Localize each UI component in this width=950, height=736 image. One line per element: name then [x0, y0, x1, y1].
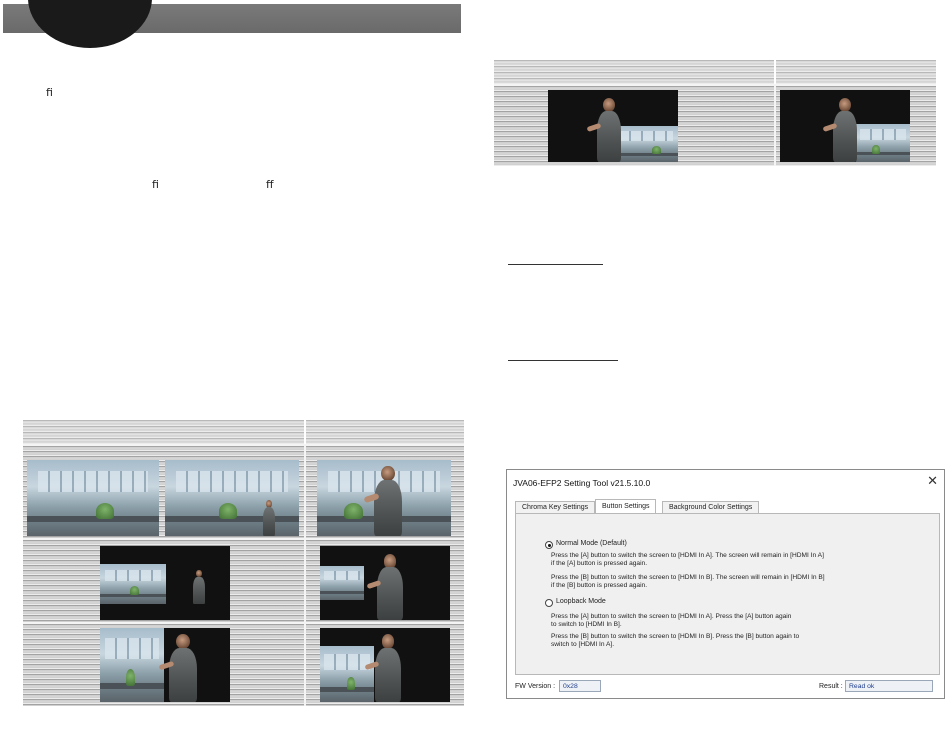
scene-image [100, 628, 230, 702]
option-description: if the [B] button is pressed again. [551, 582, 648, 589]
option-label-normal-mode: Normal Mode (Default) [556, 540, 627, 547]
fw-version-label: FW Version : [515, 683, 556, 690]
scene-image [100, 546, 230, 620]
underline-rule-1 [508, 264, 603, 265]
option-description: switch to [HDMI In A]. [551, 641, 615, 648]
scene-image [320, 546, 450, 620]
tab-button-settings[interactable]: Button Settings [595, 499, 657, 514]
table-header [494, 60, 936, 84]
result-field: Read ok [845, 680, 933, 692]
fw-version-field: 0x28 [559, 680, 601, 692]
scene-image [317, 460, 451, 536]
scene-image [548, 90, 678, 162]
radio-loopback-mode[interactable] [545, 599, 553, 607]
bottom-left-table [23, 420, 464, 706]
setting-tool-dialog: JVA06-EFP2 Setting Tool v21.5.10.0 ✕ Chr… [506, 469, 945, 699]
presenter [822, 98, 860, 162]
glyph-fi-1: ﬁ [46, 86, 53, 99]
underline-rule-2 [508, 360, 618, 361]
option-description: to switch to [HDMI In B]. [551, 621, 622, 628]
presenter [586, 98, 624, 162]
presenter [261, 500, 277, 536]
dialog-title: JVA06-EFP2 Setting Tool v21.5.10.0 [513, 478, 651, 488]
scene-image [780, 90, 910, 162]
option-description: if the [A] button is pressed again. [551, 560, 648, 567]
presenter [192, 570, 206, 604]
button-settings-panel: Normal Mode (Default) Press the [A] butt… [515, 513, 940, 675]
table-header [23, 420, 464, 444]
option-label-loopback-mode: Loopback Mode [556, 598, 606, 605]
presenter [363, 466, 405, 536]
presenter [364, 634, 404, 702]
radio-normal-mode[interactable] [545, 541, 553, 549]
scene-image [165, 460, 299, 536]
glyph-ff: ﬀ [266, 178, 274, 191]
scene-image [27, 460, 159, 536]
close-icon[interactable]: ✕ [927, 474, 938, 488]
presenter [158, 634, 200, 702]
header-circle [28, 0, 152, 48]
scene-image [320, 628, 450, 702]
top-right-table [494, 60, 936, 166]
glyph-fi-2: ﬁ [152, 178, 159, 191]
result-label: Result : [819, 683, 843, 690]
presenter [366, 554, 406, 620]
